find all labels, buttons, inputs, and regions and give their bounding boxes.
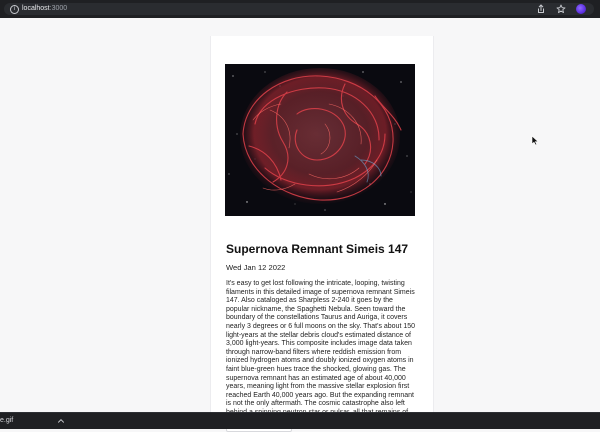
chevron-up-icon[interactable] bbox=[57, 417, 65, 425]
mouse-cursor-icon bbox=[531, 135, 539, 146]
browser-toolbar: i localhost:3000 bbox=[0, 0, 600, 19]
address-bar-actions bbox=[536, 3, 594, 15]
share-icon[interactable] bbox=[536, 4, 546, 14]
address-url[interactable]: localhost:3000 bbox=[22, 4, 67, 14]
page-viewport: Supernova Remnant Simeis 147 Wed Jan 12 … bbox=[0, 18, 600, 432]
apod-post-card: Supernova Remnant Simeis 147 Wed Jan 12 … bbox=[210, 36, 434, 432]
address-bar[interactable]: i localhost:3000 bbox=[4, 3, 594, 15]
profile-avatar[interactable] bbox=[576, 4, 586, 14]
post-date: Wed Jan 12 2022 bbox=[226, 263, 286, 272]
post-title: Supernova Remnant Simeis 147 bbox=[226, 242, 409, 256]
info-icon[interactable]: i bbox=[10, 5, 19, 14]
download-shelf: e.gif bbox=[0, 412, 600, 429]
post-description: It's easy to get lost following the intr… bbox=[226, 280, 416, 425]
bookmark-star-icon[interactable] bbox=[556, 4, 566, 14]
url-host: localhost bbox=[22, 5, 50, 12]
post-image bbox=[225, 64, 415, 216]
download-file-name[interactable]: e.gif bbox=[0, 416, 13, 426]
download-item[interactable]: e.gif bbox=[0, 413, 65, 429]
url-port: :3000 bbox=[49, 5, 68, 12]
